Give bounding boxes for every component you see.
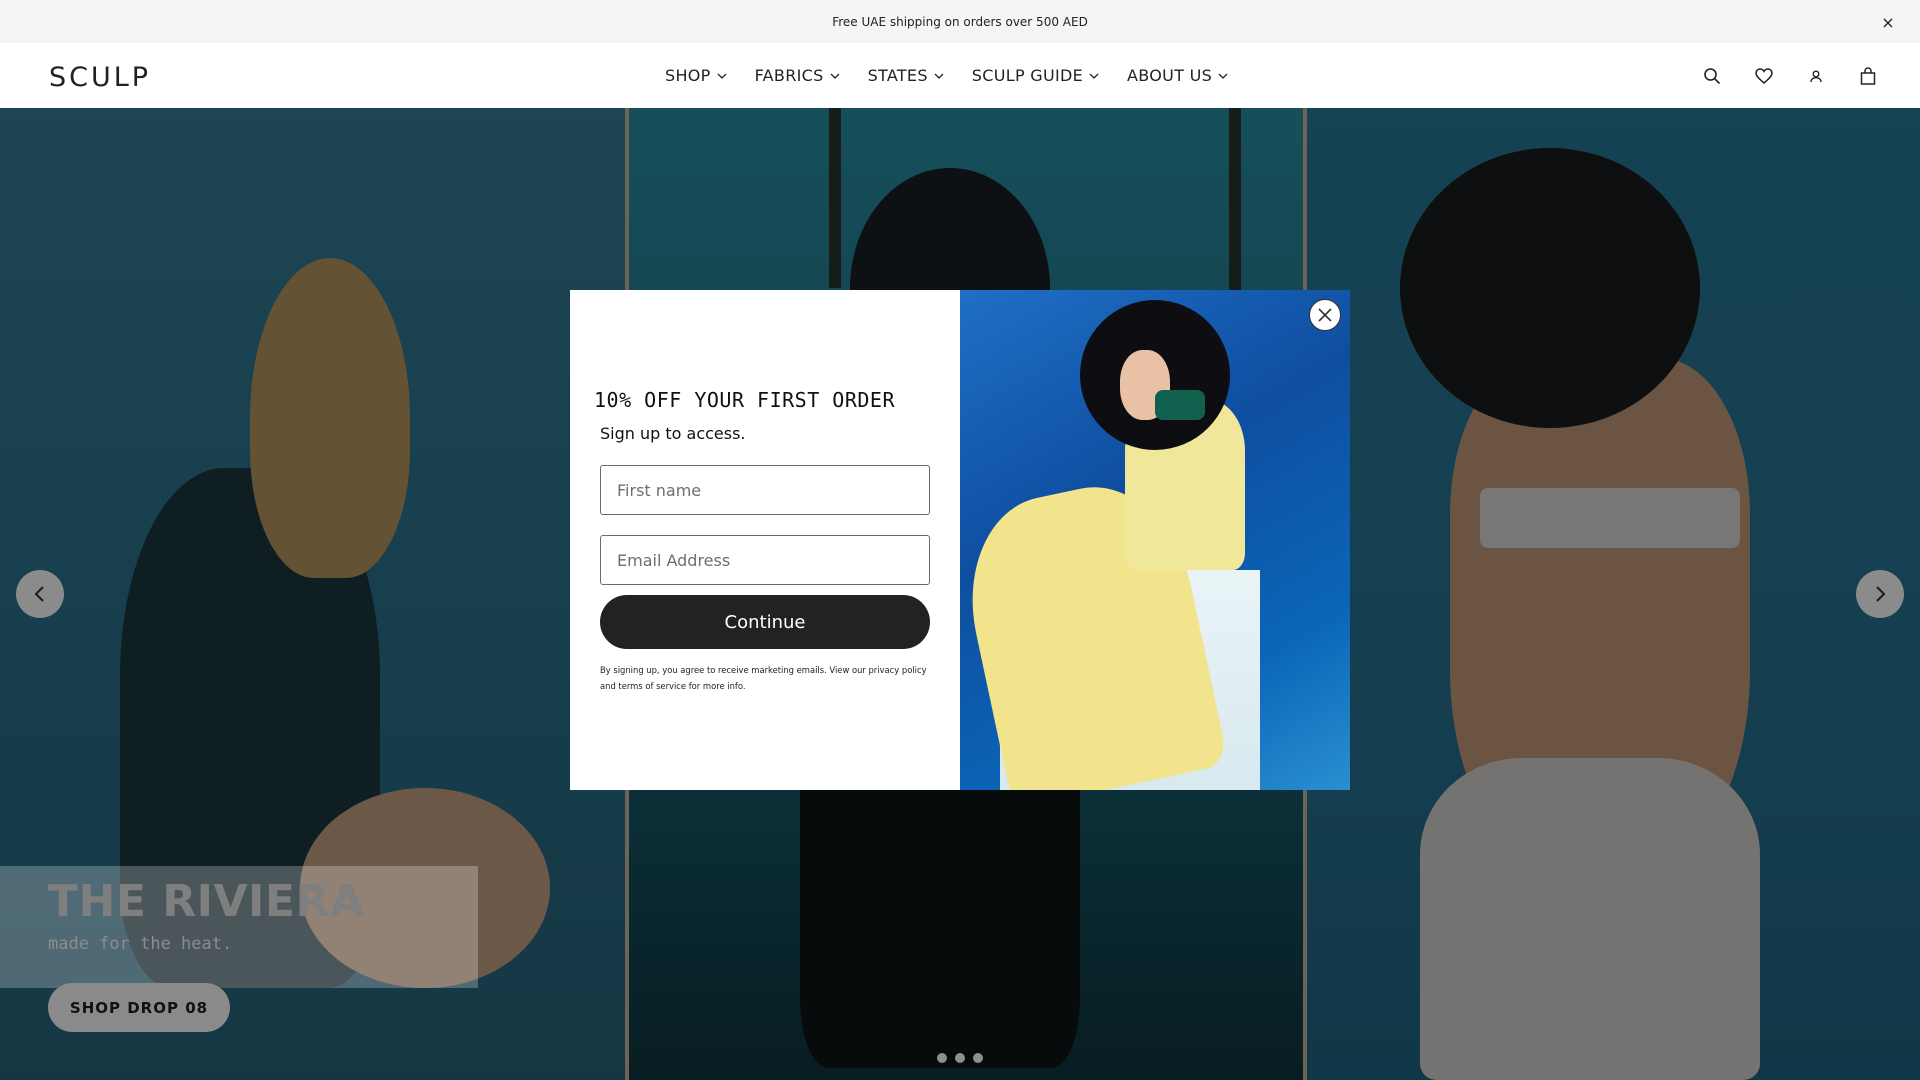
close-icon[interactable]: × xyxy=(1878,12,1898,32)
slide-dots xyxy=(937,1053,983,1063)
hero-title: THE RIVIERA xyxy=(48,876,365,927)
bag-icon[interactable] xyxy=(1856,64,1880,88)
email-field[interactable] xyxy=(600,535,930,585)
continue-button[interactable]: Continue xyxy=(600,595,930,649)
site-logo[interactable]: SCULP xyxy=(49,62,151,93)
slide-next-button[interactable] xyxy=(1856,570,1904,618)
search-icon[interactable] xyxy=(1700,64,1724,88)
heart-icon[interactable] xyxy=(1752,64,1776,88)
slide-prev-button[interactable] xyxy=(16,570,64,618)
slide-dot[interactable] xyxy=(973,1053,983,1063)
chevron-down-icon xyxy=(1089,73,1099,79)
site-header: SCULP SHOP FABRICS STATES SCULP GUIDE AB… xyxy=(0,43,1920,108)
nav-label: SHOP xyxy=(665,66,711,85)
close-icon[interactable] xyxy=(1309,299,1341,331)
legal-text: By signing up, you agree to receive mark… xyxy=(600,665,927,691)
chevron-down-icon xyxy=(830,73,840,79)
chevron-right-icon xyxy=(1876,586,1886,602)
nav-label: STATES xyxy=(867,66,928,85)
signup-modal: 10% OFF YOUR FIRST ORDER Sign up to acce… xyxy=(570,290,1350,790)
slide-dot[interactable] xyxy=(937,1053,947,1063)
modal-form-panel: 10% OFF YOUR FIRST ORDER Sign up to acce… xyxy=(570,290,960,790)
slide-dot[interactable] xyxy=(955,1053,965,1063)
nav-label: ABOUT US xyxy=(1127,66,1213,85)
announcement-text: Free UAE shipping on orders over 500 AED xyxy=(832,14,1088,29)
modal-subtitle: Sign up to access. xyxy=(600,424,746,443)
hero-subtitle: made for the heat. xyxy=(48,934,233,954)
account-icon[interactable] xyxy=(1804,64,1828,88)
chevron-left-icon xyxy=(34,586,44,602)
chevron-down-icon xyxy=(717,73,727,79)
announcement-bar: Free UAE shipping on orders over 500 AED… xyxy=(0,0,1920,43)
nav-item-sculp-guide[interactable]: SCULP GUIDE xyxy=(972,66,1099,85)
image-model xyxy=(1155,390,1205,420)
shop-drop-button[interactable]: SHOP DROP 08 xyxy=(48,983,230,1032)
nav-label: FABRICS xyxy=(754,66,824,85)
header-icons xyxy=(1700,43,1880,108)
nav-item-shop[interactable]: SHOP xyxy=(665,66,727,85)
modal-title: 10% OFF YOUR FIRST ORDER xyxy=(594,388,895,412)
nav-item-states[interactable]: STATES xyxy=(868,66,944,85)
chevron-down-icon xyxy=(1218,73,1228,79)
nav-item-fabrics[interactable]: FABRICS xyxy=(755,66,840,85)
nav-item-about-us[interactable]: ABOUT US xyxy=(1127,66,1228,85)
nav-label: SCULP GUIDE xyxy=(971,66,1084,85)
first-name-field[interactable] xyxy=(600,465,930,515)
chevron-down-icon xyxy=(934,73,944,79)
modal-promo-image xyxy=(960,290,1350,790)
main-nav: SHOP FABRICS STATES SCULP GUIDE ABOUT US xyxy=(665,43,1228,108)
